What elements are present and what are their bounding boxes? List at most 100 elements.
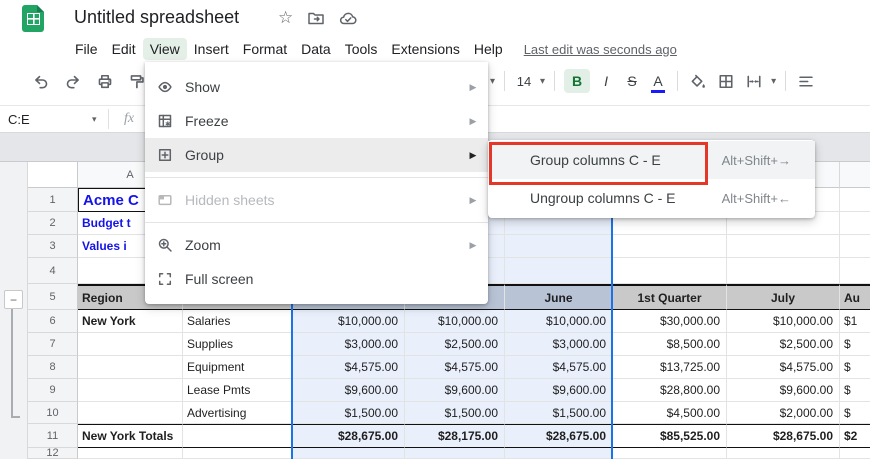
cell-G12[interactable] xyxy=(727,448,840,459)
cell-E12[interactable] xyxy=(505,448,613,459)
cell-G8[interactable]: $4,575.00 xyxy=(727,356,840,379)
fill-color-icon[interactable] xyxy=(687,70,709,92)
cell-E11[interactable]: $28,675.00 xyxy=(505,424,613,448)
menu-insert[interactable]: Insert xyxy=(187,38,236,60)
cell-B7[interactable]: Supplies xyxy=(183,333,292,356)
menu-tools[interactable]: Tools xyxy=(338,38,385,60)
cell-B9[interactable]: Lease Pmts xyxy=(183,379,292,402)
cell-F5[interactable]: 1st Quarter xyxy=(613,284,727,310)
row-header-8[interactable]: 8 xyxy=(28,356,78,379)
cell-G6[interactable]: $10,000.00 xyxy=(727,310,840,333)
cell-D6[interactable]: $10,000.00 xyxy=(405,310,505,333)
cell-A10[interactable] xyxy=(78,402,183,424)
row-header-5[interactable]: 5 xyxy=(28,284,78,310)
cell-G7[interactable]: $2,500.00 xyxy=(727,333,840,356)
cell-C7[interactable]: $3,000.00 xyxy=(292,333,405,356)
document-title[interactable]: Untitled spreadsheet xyxy=(74,7,239,28)
undo-icon[interactable] xyxy=(30,70,52,92)
cell-B11[interactable] xyxy=(183,424,292,448)
cell-D9[interactable]: $9,600.00 xyxy=(405,379,505,402)
cell-C10[interactable]: $1,500.00 xyxy=(292,402,405,424)
row-header-1[interactable]: 1 xyxy=(28,188,78,212)
cell-E5[interactable]: June xyxy=(505,284,613,310)
last-edit-link[interactable]: Last edit was seconds ago xyxy=(524,42,677,57)
cell-E4[interactable] xyxy=(505,258,613,284)
merge-cells-icon[interactable] xyxy=(743,70,765,92)
cell-D10[interactable]: $1,500.00 xyxy=(405,402,505,424)
borders-icon[interactable] xyxy=(715,70,737,92)
row-header-9[interactable]: 9 xyxy=(28,379,78,402)
cell-C12[interactable] xyxy=(292,448,405,459)
cell-C11[interactable]: $28,675.00 xyxy=(292,424,405,448)
cell-B8[interactable]: Equipment xyxy=(183,356,292,379)
cell-E6[interactable]: $10,000.00 xyxy=(505,310,613,333)
star-icon[interactable]: ☆ xyxy=(278,8,293,28)
menu-data[interactable]: Data xyxy=(294,38,338,60)
cell-A7[interactable] xyxy=(78,333,183,356)
submenu-item-ungroup-columns[interactable]: Ungroup columns C - EAlt+Shift+← xyxy=(488,179,815,217)
select-all-corner[interactable] xyxy=(28,162,78,188)
merge-caret-icon[interactable]: ▾ xyxy=(771,76,776,87)
cell-B12[interactable] xyxy=(183,448,292,459)
cell-D11[interactable]: $28,175.00 xyxy=(405,424,505,448)
cell-F3[interactable] xyxy=(613,235,727,258)
row-header-2[interactable]: 2 xyxy=(28,212,78,235)
font-size-value[interactable]: 14 xyxy=(514,74,534,89)
cell-E8[interactable]: $4,575.00 xyxy=(505,356,613,379)
bold-button[interactable]: B xyxy=(564,69,590,93)
view-menu-item-show[interactable]: Show▶ xyxy=(145,70,488,104)
view-menu-item-group[interactable]: Group▶ xyxy=(145,138,488,172)
cell-A6[interactable]: New York xyxy=(78,310,183,333)
name-box-caret-icon[interactable]: ▾ xyxy=(92,114,97,125)
cell-H4[interactable] xyxy=(840,258,870,284)
menu-file[interactable]: File xyxy=(68,38,105,60)
menu-format[interactable]: Format xyxy=(236,38,294,60)
cell-D12[interactable] xyxy=(405,448,505,459)
cell-H7[interactable]: $ xyxy=(840,333,870,356)
cell-F12[interactable] xyxy=(613,448,727,459)
view-menu-item-full-screen[interactable]: Full screen xyxy=(145,262,488,296)
cell-H6[interactable]: $1 xyxy=(840,310,870,333)
italic-button[interactable]: I xyxy=(596,73,616,89)
row-header-6[interactable]: 6 xyxy=(28,310,78,333)
cell-G11[interactable]: $28,675.00 xyxy=(727,424,840,448)
print-icon[interactable] xyxy=(94,70,116,92)
cell-G3[interactable] xyxy=(727,235,840,258)
view-menu-item-freeze[interactable]: Freeze▶ xyxy=(145,104,488,138)
cell-A8[interactable] xyxy=(78,356,183,379)
cell-G4[interactable] xyxy=(727,258,840,284)
cell-F10[interactable]: $4,500.00 xyxy=(613,402,727,424)
cell-H1[interactable] xyxy=(840,188,870,212)
cell-F8[interactable]: $13,725.00 xyxy=(613,356,727,379)
row-group-collapse-button[interactable]: − xyxy=(4,290,23,309)
menu-help[interactable]: Help xyxy=(467,38,510,60)
cell-C6[interactable]: $10,000.00 xyxy=(292,310,405,333)
cell-E10[interactable]: $1,500.00 xyxy=(505,402,613,424)
cell-F9[interactable]: $28,800.00 xyxy=(613,379,727,402)
cell-H2[interactable] xyxy=(840,212,870,235)
cell-H8[interactable]: $ xyxy=(840,356,870,379)
menu-view[interactable]: View xyxy=(143,38,187,60)
cell-H5[interactable]: Au xyxy=(840,284,870,310)
cell-B10[interactable]: Advertising xyxy=(183,402,292,424)
cell-F4[interactable] xyxy=(613,258,727,284)
cell-F11[interactable]: $85,525.00 xyxy=(613,424,727,448)
cell-G5[interactable]: July xyxy=(727,284,840,310)
cell-A11[interactable]: New York Totals xyxy=(78,424,183,448)
more-dropdown-caret-icon[interactable]: ▾ xyxy=(490,76,495,87)
cell-A9[interactable] xyxy=(78,379,183,402)
cell-D8[interactable]: $4,575.00 xyxy=(405,356,505,379)
row-header-10[interactable]: 10 xyxy=(28,402,78,424)
view-menu-item-zoom[interactable]: Zoom▶ xyxy=(145,228,488,262)
cell-H12[interactable] xyxy=(840,448,870,459)
column-header-H[interactable] xyxy=(840,162,870,188)
sheets-logo-icon[interactable] xyxy=(22,5,44,32)
cell-G10[interactable]: $2,000.00 xyxy=(727,402,840,424)
row-header-4[interactable]: 4 xyxy=(28,258,78,284)
row-header-3[interactable]: 3 xyxy=(28,235,78,258)
move-to-folder-icon[interactable] xyxy=(307,10,325,26)
cell-G9[interactable]: $9,600.00 xyxy=(727,379,840,402)
strikethrough-button[interactable]: S xyxy=(622,73,642,89)
cell-C9[interactable]: $9,600.00 xyxy=(292,379,405,402)
name-box[interactable]: C:E xyxy=(8,112,30,127)
